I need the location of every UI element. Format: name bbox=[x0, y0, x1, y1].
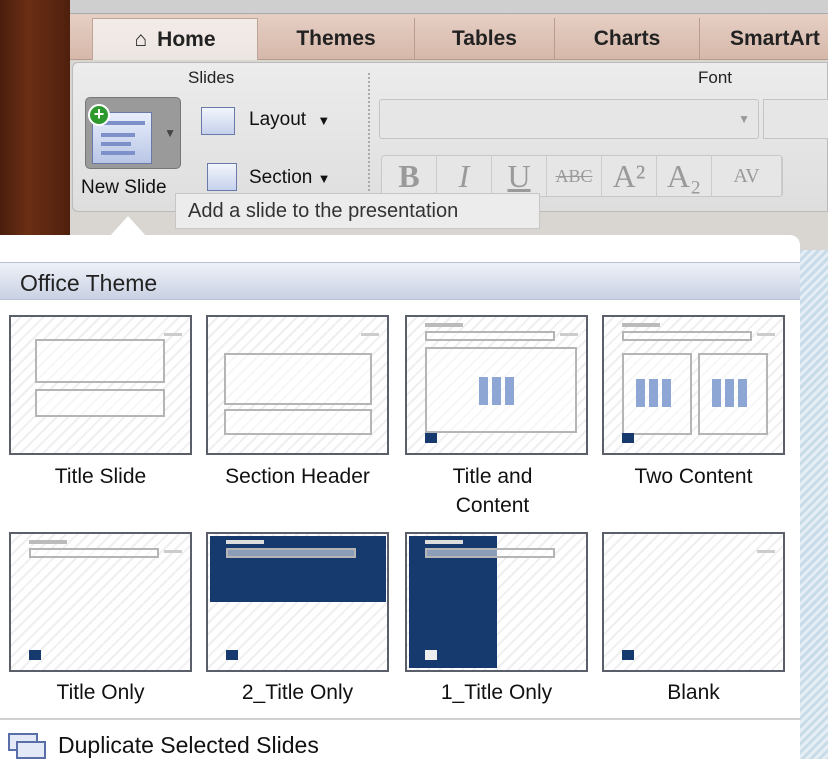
layout-thumbnail-title-only[interactable] bbox=[9, 532, 192, 672]
thumbnail-placeholder bbox=[622, 331, 752, 341]
thumbnail-placeholder bbox=[164, 333, 182, 336]
thumbnail-placeholder bbox=[210, 536, 386, 602]
thumbnail-placeholder bbox=[425, 548, 555, 558]
thumbnail-placeholder bbox=[29, 540, 67, 544]
dropdown-arrow-icon: ▼ bbox=[317, 113, 331, 128]
superscript-button[interactable]: A² bbox=[602, 156, 657, 196]
font-name-combobox[interactable]: ▼ bbox=[379, 99, 759, 139]
tab-label: Tables bbox=[452, 27, 517, 50]
thumbnail-placeholder bbox=[224, 353, 372, 405]
group-divider bbox=[368, 73, 370, 203]
ribbon: Slides Font + ▼ New Slide Layout ▼ Secti… bbox=[72, 62, 828, 212]
ribbon-tabs: ⌂ Home Themes Tables Charts SmartArt bbox=[70, 14, 828, 60]
tab-themes[interactable]: Themes bbox=[258, 18, 415, 60]
layout-label[interactable]: Title Slide bbox=[9, 462, 192, 491]
underline-button[interactable]: U bbox=[492, 156, 547, 196]
home-icon: ⌂ bbox=[134, 27, 148, 51]
thumbnail-placeholder bbox=[35, 389, 165, 417]
desktop-background bbox=[0, 0, 70, 240]
thumbnail-placeholder bbox=[425, 650, 437, 660]
layout-thumbnail-title-slide[interactable] bbox=[9, 315, 192, 455]
thumbnail-placeholder bbox=[425, 433, 437, 443]
duplicate-slides-icon bbox=[8, 732, 48, 759]
popup-caret bbox=[110, 216, 146, 236]
thumbnail-placeholder bbox=[622, 433, 634, 443]
bold-button[interactable]: B bbox=[382, 156, 437, 196]
layout-thumbnail-title-only-navy-left[interactable] bbox=[405, 532, 588, 672]
thumbnail-placeholder bbox=[226, 540, 264, 544]
italic-button[interactable]: I bbox=[437, 156, 492, 196]
thumbnail-placeholder bbox=[425, 331, 555, 341]
font-format-buttons: B I U ABC A² A₂ AV bbox=[381, 155, 783, 197]
thumbnail-placeholder bbox=[226, 548, 356, 558]
font-size-combobox[interactable] bbox=[763, 99, 828, 139]
divider bbox=[0, 718, 800, 720]
layout-thumbnail-title-only-navy-top[interactable] bbox=[206, 532, 389, 672]
theme-header: Office Theme bbox=[0, 262, 800, 300]
thumbnail-placeholder bbox=[636, 379, 672, 407]
layout-icon bbox=[201, 107, 235, 135]
thumbnail-placeholder bbox=[164, 550, 182, 553]
tab-label: SmartArt bbox=[730, 27, 820, 50]
slides-group-label: Slides bbox=[188, 68, 235, 87]
thumbnail-placeholder bbox=[425, 323, 463, 327]
layout-label[interactable]: Title Only bbox=[9, 678, 192, 707]
layout-thumbnail-section-header[interactable] bbox=[206, 315, 389, 455]
layout-label[interactable]: Two Content bbox=[602, 462, 785, 491]
tab-label: Themes bbox=[296, 27, 376, 50]
dropdown-arrow-icon[interactable]: ▼ bbox=[164, 126, 176, 140]
new-slide-label: New Slide bbox=[81, 177, 167, 198]
thumbnail-placeholder bbox=[757, 333, 775, 336]
tab-charts[interactable]: Charts bbox=[555, 18, 700, 60]
layout-thumbnail-two-content[interactable] bbox=[602, 315, 785, 455]
tab-label: Home bbox=[157, 27, 216, 51]
subscript-button[interactable]: A₂ bbox=[657, 156, 712, 196]
layout-label[interactable]: 1_Title Only bbox=[405, 678, 588, 707]
thumbnail-placeholder bbox=[29, 650, 41, 660]
tab-label: Charts bbox=[593, 27, 661, 50]
thumbnail-placeholder bbox=[560, 333, 578, 336]
ruler-bar bbox=[70, 0, 828, 14]
thumbnail-placeholder bbox=[361, 333, 379, 336]
dropdown-arrow-icon: ▼ bbox=[738, 112, 750, 126]
new-slide-button[interactable]: + ▼ bbox=[85, 97, 181, 169]
thumbnail-placeholder bbox=[622, 323, 660, 327]
tooltip: Add a slide to the presentation bbox=[175, 193, 540, 229]
thumbnail-placeholder bbox=[757, 550, 775, 553]
thumbnail-placeholder bbox=[29, 548, 159, 558]
thumbnail-placeholder bbox=[224, 409, 372, 435]
thumbnail-placeholder bbox=[35, 339, 165, 383]
duplicate-label: Duplicate Selected Slides bbox=[58, 732, 319, 758]
duplicate-selected-slides-button[interactable]: Duplicate Selected Slides bbox=[8, 732, 319, 759]
thumbnail-placeholder bbox=[425, 540, 463, 544]
layout-button[interactable]: Layout ▼ bbox=[249, 109, 330, 131]
layout-label: Layout bbox=[249, 109, 307, 130]
section-button[interactable]: Section ▼ bbox=[249, 167, 331, 189]
tab-tables[interactable]: Tables bbox=[415, 18, 555, 60]
slide-canvas-edge bbox=[800, 250, 828, 759]
section-icon bbox=[207, 163, 237, 191]
tab-home[interactable]: ⌂ Home bbox=[92, 18, 258, 60]
layout-thumbnail-blank[interactable] bbox=[602, 532, 785, 672]
section-label: Section bbox=[249, 167, 313, 188]
dropdown-arrow-icon: ▼ bbox=[317, 171, 331, 186]
layout-label[interactable]: Blank bbox=[602, 678, 785, 707]
tab-smartart[interactable]: SmartArt bbox=[700, 18, 828, 60]
thumbnail-placeholder bbox=[712, 379, 748, 407]
font-group-label: Font bbox=[698, 68, 733, 87]
layout-label[interactable]: Section Header bbox=[206, 462, 389, 491]
thumbnail-placeholder bbox=[226, 650, 238, 660]
plus-icon: + bbox=[88, 104, 110, 126]
layout-thumbnail-title-content[interactable] bbox=[405, 315, 588, 455]
thumbnail-placeholder bbox=[622, 650, 634, 660]
character-spacing-button[interactable]: AV bbox=[712, 156, 782, 196]
strikethrough-button[interactable]: ABC bbox=[547, 156, 602, 196]
layout-label[interactable]: Title and Content bbox=[405, 462, 580, 520]
layout-label[interactable]: 2_Title Only bbox=[206, 678, 389, 707]
thumbnail-placeholder bbox=[479, 377, 515, 405]
